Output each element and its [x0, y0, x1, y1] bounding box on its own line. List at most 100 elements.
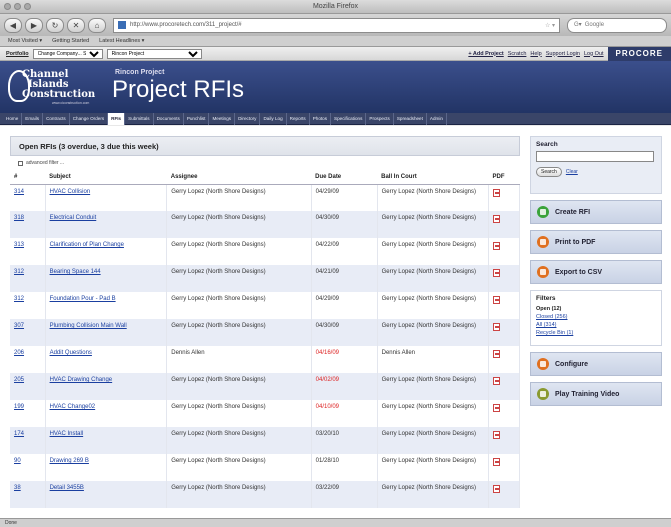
search-input[interactable] — [536, 151, 654, 162]
pdf-icon[interactable] — [493, 242, 501, 250]
pdf-icon[interactable] — [493, 323, 501, 331]
support-login-link[interactable]: Support Login — [546, 51, 580, 57]
col-assignee[interactable]: Assignee — [166, 170, 312, 185]
rfi-subject-link[interactable]: HVAC Change02 — [45, 400, 168, 427]
col-due-date[interactable]: Due Date — [311, 170, 378, 185]
stop-button[interactable]: ✕ — [67, 17, 85, 33]
tab-documents[interactable]: Documents — [154, 112, 184, 125]
scratch-link[interactable]: Scratch — [508, 51, 527, 57]
rfi-assignee: Gerry Lopez (North Shore Designs) — [166, 265, 312, 292]
rfi-subject-link[interactable]: Clarification of Plan Change — [45, 238, 168, 265]
create-rfi-button[interactable]: Create RFI — [530, 200, 662, 224]
tab-contracts[interactable]: Contracts — [43, 112, 70, 125]
zoom-window-button[interactable] — [24, 3, 31, 10]
rfi-assignee: Gerry Lopez (North Shore Designs) — [166, 400, 312, 427]
rfi-number-link[interactable]: 313 — [10, 238, 46, 265]
browser-search-box[interactable]: G▾ Google — [567, 17, 667, 33]
minimize-window-button[interactable] — [14, 3, 21, 10]
pdf-cell — [488, 184, 520, 211]
bookmark-latest-headlines[interactable]: Latest Headlines ▾ — [99, 38, 144, 44]
pdf-icon[interactable] — [493, 458, 501, 466]
rfi-subject-link[interactable]: Addit Questions — [45, 346, 168, 373]
play-training-video-button[interactable]: Play Training Video — [530, 382, 662, 406]
pdf-icon[interactable] — [493, 377, 501, 385]
help-link[interactable]: Help — [530, 51, 541, 57]
configure-button[interactable]: Configure — [530, 352, 662, 376]
forward-button[interactable]: ▶ — [25, 17, 43, 33]
tab-rfis[interactable]: RFIs — [108, 112, 126, 125]
rfi-subject-link[interactable]: HVAC Collision — [45, 184, 168, 211]
filters-panel: Filters Open (12) Closed (256) All (314) Re… — [530, 290, 662, 346]
rfi-number-link[interactable]: 314 — [10, 184, 46, 211]
portfolio-link[interactable]: Portfolio — [6, 51, 29, 57]
tab-spreadsheet[interactable]: Spreadsheet — [394, 112, 427, 125]
tab-meetings[interactable]: Meetings — [209, 112, 236, 125]
close-window-button[interactable] — [4, 3, 11, 10]
rfi-number-link[interactable]: 312 — [10, 265, 46, 292]
rfi-number-link[interactable]: 312 — [10, 292, 46, 319]
rfi-subject-link[interactable]: Plumbing Collision Main Wall — [45, 319, 168, 346]
rfi-number-link[interactable]: 206 — [10, 346, 46, 373]
tab-specifications[interactable]: Specifications — [331, 112, 367, 125]
add-project-link[interactable]: + Add Project — [468, 51, 503, 57]
rfi-subject-link[interactable]: Electrical Conduit — [45, 211, 168, 238]
col-subject[interactable]: Subject — [45, 170, 167, 185]
reload-button[interactable]: ↻ — [46, 17, 64, 33]
pdf-icon[interactable] — [493, 350, 501, 358]
pdf-icon[interactable] — [493, 431, 501, 439]
bookmark-getting-started[interactable]: Getting Started — [52, 38, 89, 44]
tab-reports[interactable]: Reports — [287, 112, 310, 125]
bookmark-most-visited[interactable]: Most Visited ▾ — [8, 38, 42, 44]
pdf-icon[interactable] — [493, 485, 501, 493]
search-button[interactable]: Search — [536, 167, 562, 177]
pdf-icon[interactable] — [493, 188, 501, 197]
company-select[interactable]: Change Company... Supervisor ▾ — [32, 48, 103, 59]
address-bar[interactable]: http://www.procoretech.com/311_project/#… — [113, 17, 560, 33]
project-select[interactable]: Rincon Project — [106, 48, 202, 59]
tab-admin[interactable]: Admin — [427, 112, 447, 125]
rfi-subject-link[interactable]: HVAC Install — [45, 427, 168, 454]
tab-home[interactable]: Home — [3, 112, 23, 125]
bookmark-star-icon[interactable]: ☆ ▾ — [545, 22, 555, 29]
tab-submittals[interactable]: Submittals — [125, 112, 154, 125]
tab-photos[interactable]: Photos — [310, 112, 332, 125]
filter-item[interactable]: Recycle Bin (1) — [536, 329, 656, 337]
back-button[interactable]: ◀ — [4, 17, 22, 33]
advanced-filter-toggle[interactable]: advanced filter ... — [10, 156, 520, 170]
rfi-number-link[interactable]: 174 — [10, 427, 46, 454]
rfi-subject-link[interactable]: Bearing Space 144 — [45, 265, 168, 292]
search-engine-icon[interactable]: G▾ — [574, 19, 582, 32]
home-button[interactable]: ⌂ — [88, 17, 106, 33]
clear-search-link[interactable]: Clear — [566, 169, 578, 175]
tab-directory[interactable]: Directory — [235, 112, 261, 125]
pdf-icon[interactable] — [493, 404, 501, 412]
col-number[interactable]: # — [10, 170, 46, 185]
rfi-number-link[interactable]: 318 — [10, 211, 46, 238]
table-row: 205 HVAC Drawing Change Gerry Lopez (North… — [10, 373, 520, 400]
filter-item[interactable]: Closed (256) — [536, 313, 656, 321]
rfi-subject-link[interactable]: Drawing 269 B — [45, 454, 168, 481]
rfi-number-link[interactable]: 307 — [10, 319, 46, 346]
filter-item[interactable]: All (314) — [536, 321, 656, 329]
tab-punchlist[interactable]: Punchlist — [184, 112, 210, 125]
company-logo[interactable]: Channel Islands Construction www.ciconst… — [8, 68, 108, 106]
rfi-subject-link[interactable]: Detail 3455B — [45, 481, 168, 508]
pdf-icon[interactable] — [493, 296, 501, 304]
export-csv-button[interactable]: Export to CSV — [530, 260, 662, 284]
rfi-number-link[interactable]: 38 — [10, 481, 46, 508]
rfi-subject-link[interactable]: HVAC Drawing Change — [45, 373, 168, 400]
col-ball-in-court[interactable]: Ball In Court — [377, 170, 489, 185]
filter-item[interactable]: Open (12) — [536, 305, 656, 313]
pdf-icon[interactable] — [493, 215, 501, 223]
tab-prospects[interactable]: Prospects — [366, 112, 394, 125]
print-pdf-button[interactable]: Print to PDF — [530, 230, 662, 254]
tab-emails[interactable]: Emails — [22, 112, 44, 125]
rfi-number-link[interactable]: 205 — [10, 373, 46, 400]
logout-link[interactable]: Log Out — [584, 51, 604, 57]
rfi-number-link[interactable]: 199 — [10, 400, 46, 427]
rfi-number-link[interactable]: 90 — [10, 454, 46, 481]
tab-daily-log[interactable]: Daily Log — [260, 112, 287, 125]
pdf-icon[interactable] — [493, 269, 501, 277]
tab-change-orders[interactable]: Change Orders — [70, 112, 109, 125]
rfi-subject-link[interactable]: Foundation Pour - Pad B — [45, 292, 168, 319]
